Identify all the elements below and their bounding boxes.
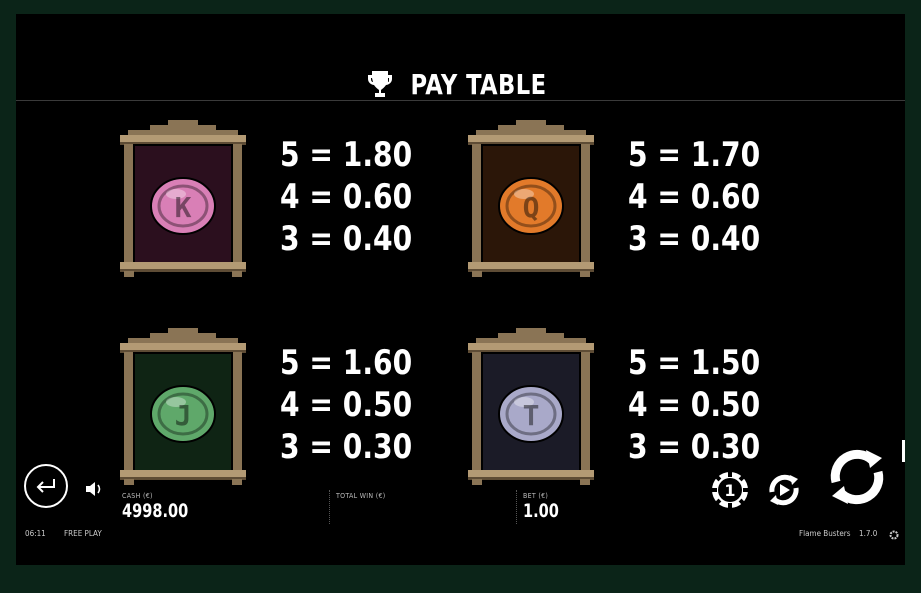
symbol-k-tile: K (120, 120, 246, 278)
sound-icon[interactable] (84, 480, 104, 498)
cash-label: CASH (€) (122, 492, 153, 500)
pay-line: 4 = 0.60 (628, 177, 761, 217)
trophy-icon (367, 71, 392, 97)
pay-line: 5 = 1.50 (628, 343, 761, 383)
total-win-label: TOTAL WIN (€) (336, 492, 386, 500)
symbol-letter: J (175, 399, 192, 432)
bet-level-value: 1 (724, 481, 735, 500)
hud-separator (516, 490, 517, 524)
symbol-frame-art: T (468, 328, 594, 485)
symbol-letter: T (523, 399, 540, 432)
bet-level-chip-button[interactable]: 1 (710, 470, 750, 510)
symbol-letter: K (175, 191, 192, 224)
pay-line: 5 = 1.70 (628, 135, 761, 175)
symbol-frame-art: K (120, 120, 246, 277)
page-title: PAY TABLE (410, 67, 547, 101)
symbol-t-pays: 5 = 1.50 4 = 0.50 3 = 0.30 (628, 342, 760, 468)
settings-gear-icon[interactable] (889, 530, 899, 540)
cash-value: 4998.00 (122, 500, 189, 522)
autoplay-button[interactable] (764, 470, 804, 510)
symbol-frame-art: J (120, 328, 246, 485)
pay-line: 3 = 0.30 (280, 427, 413, 467)
symbol-letter: Q (523, 191, 540, 224)
pay-line: 5 = 1.80 (280, 135, 413, 175)
symbol-k-pays: 5 = 1.80 4 = 0.60 3 = 0.40 (280, 134, 412, 260)
pay-line: 5 = 1.60 (280, 343, 413, 383)
symbol-q-pays: 5 = 1.70 4 = 0.60 3 = 0.40 (628, 134, 760, 260)
symbol-frame-art: Q (468, 120, 594, 277)
menu-handle[interactable] (902, 440, 905, 462)
version: 1.7.0 (859, 529, 878, 538)
pay-line: 4 = 0.60 (280, 177, 413, 217)
hud-separator (329, 490, 330, 524)
symbol-t-tile: T (468, 328, 594, 486)
pay-line: 3 = 0.30 (628, 427, 761, 467)
pay-line: 4 = 0.50 (628, 385, 761, 425)
symbol-j-pays: 5 = 1.60 4 = 0.50 3 = 0.30 (280, 342, 412, 468)
bet-value: 1.00 (523, 500, 559, 522)
bet-label: BET (€) (523, 492, 549, 500)
pay-line: 4 = 0.50 (280, 385, 413, 425)
spin-button[interactable] (826, 446, 888, 508)
game-name: Flame Busters (799, 529, 851, 538)
symbol-q-tile: Q (468, 120, 594, 278)
header-divider (16, 100, 905, 101)
back-button[interactable] (24, 464, 68, 508)
play-mode: FREE PLAY (64, 529, 102, 538)
clock: 06:11 (25, 529, 46, 538)
pay-line: 3 = 0.40 (280, 219, 413, 259)
pay-line: 3 = 0.40 (628, 219, 761, 259)
symbol-j-tile: J (120, 328, 246, 486)
return-arrow-icon (36, 479, 55, 493)
game-frame: PAY TABLE K 5 = 1.80 4 = 0.60 3 = 0.40 Q… (16, 14, 905, 565)
